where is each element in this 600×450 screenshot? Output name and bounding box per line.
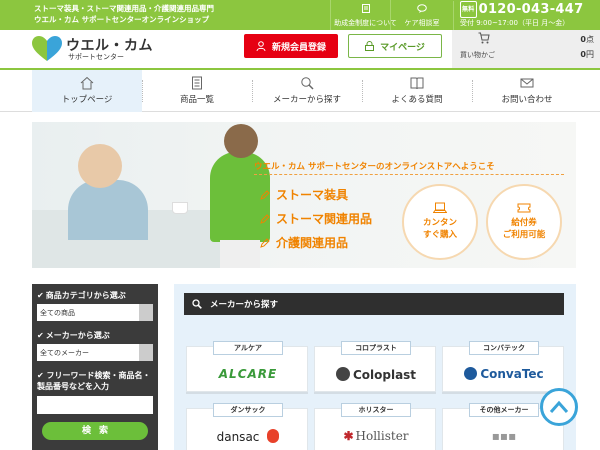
phone-number: 0120-043-447 [478,2,584,17]
mypage-button[interactable]: マイページ [348,34,442,58]
laptop-icon [433,202,447,213]
check-icon: ✔ [37,371,47,380]
maker-card-alcare[interactable]: アルケア ALCARE [186,341,308,392]
chat-bubble-icon [391,4,453,16]
maker-card-convatec[interactable]: コンバテック ConvaTec [442,341,565,392]
phone-contact[interactable]: 無料 0120-043-447 受付 9:00~17:00（平日 月～金） [453,1,600,31]
hollister-logo: ✱ Hollister [343,429,409,443]
coloplast-mark-icon [335,367,350,381]
nav-item-maker[interactable]: メーカーから探す [252,70,362,112]
cart-icon [478,32,490,44]
nav-item-top[interactable]: トップページ [32,70,142,112]
search-button[interactable]: 検索 [42,422,148,440]
maker-tag: ダンサック [213,403,283,417]
hero-category-1: ストーマ装具 [260,186,348,203]
alcare-logo: ALCARE [218,367,278,381]
cart-count: 0点 [580,35,594,44]
check-icon: ✔ [37,331,44,340]
others-dots-icon: ▪▪▪ [491,429,517,443]
maker-tag: ホリスター [341,403,411,417]
shop-tagline: ストーマ装具・ストーマ関連用品・介護関連用品専門 ウエル・カム サポートセンター… [34,4,214,24]
pencil-icon [260,190,270,200]
search-icon [192,299,202,309]
maker-tag: その他メーカー [469,403,539,417]
logo-sub-text: サポートセンター [68,53,124,61]
maker-tag: アルケア [213,341,283,355]
hero-category-2: ストーマ関連用品 [260,210,372,227]
maker-card-hollister[interactable]: ホリスター ✱ Hollister [314,403,436,450]
maker-card-dansac[interactable]: ダンサック dansac [186,403,309,450]
maker-tag: コンバテック [469,341,539,355]
main-nav: トップページ 商品一覧 メーカーから探す よくある質問 お問い合わせ [0,68,600,112]
care-consult-link[interactable]: ケア相談室 [390,0,453,30]
page-top-button[interactable] [540,388,578,426]
check-icon: ✔ [37,291,44,300]
site-logo[interactable]: ウエル・カム サポートセンター [32,34,162,64]
ticket-icon [517,203,531,213]
coloplast-logo: Coloplast [315,367,437,382]
convatec-logo: ConvaTec [443,367,565,381]
freeword-input[interactable] [37,396,153,414]
nav-item-products[interactable]: 商品一覧 [142,70,252,112]
chevron-up-icon [549,400,569,413]
hero-voucher-badge: 給付券 ご利用可能 [486,184,562,260]
nav-item-faq[interactable]: よくある質問 [362,70,472,112]
maker-select[interactable]: 全てのメーカー [37,344,153,361]
hero-welcome-text: ウエル・カム サポートセンターのオンラインストアへようこそ [254,162,495,172]
home-icon [80,76,94,90]
hero-photo-patient [68,180,148,240]
hero-easy-purchase-badge: カンタン すぐ購入 [402,184,478,260]
cart-price: 0円 [580,50,594,59]
maker-section-heading: メーカーから探す [184,293,564,315]
maker-select-label: ✔ メーカーから選ぶ [37,331,110,340]
hero-photo-patient-head [78,144,122,188]
maker-section: メーカーから探す アルケア ALCARE コロプラスト Coloplast コン… [174,284,576,450]
maker-tag: コロプラスト [341,341,411,355]
hero-photo-caregiver-head [224,124,258,158]
pencil-icon [260,238,270,248]
dansac-mark-icon [267,429,280,443]
freeword-label: ✔ フリーワード検索・商品名・製品番号などを入力 [37,371,151,391]
category-select-label: ✔ 商品カテゴリから選ぶ [37,291,126,300]
magnifier-icon [301,77,314,90]
nav-item-contact[interactable]: お問い合わせ [472,70,582,112]
hero-category-3: 介護関連用品 [260,234,348,251]
hollister-mark-icon: ✱ [343,429,354,443]
pencil-icon [260,214,270,224]
convatec-mark-icon [464,367,478,380]
hero-photo-cup [172,202,188,214]
category-select[interactable]: 全ての商品 [37,304,153,321]
dansac-logo: dansac [187,429,309,444]
business-hours: 受付 9:00~17:00（平日 月～金） [460,19,570,27]
top-bar: ストーマ装具・ストーマ関連用品・介護関連用品専門 ウエル・カム サポートセンター… [0,0,600,31]
book-icon [410,77,424,90]
hero-photo-caregiver-legs [220,240,260,268]
hero-divider [254,174,564,175]
search-sidebar: ✔ 商品カテゴリから選ぶ 全ての商品 ✔ メーカーから選ぶ 全てのメーカー ✔ フリ… [32,284,158,450]
maker-card-coloplast[interactable]: コロプラスト Coloplast [314,341,437,392]
lock-icon [365,41,375,51]
free-dial-badge: 無料 [460,1,477,18]
list-document-icon [192,76,202,90]
cart-button[interactable]: 買い物かご 0点 0円 [452,30,600,68]
cart-label: 買い物かご [460,51,495,59]
heart-logo-icon [32,36,62,61]
hero-banner[interactable]: ウエル・カム サポートセンターのオンラインストアへようこそ ストーマ装具 ストー… [32,122,576,268]
register-button[interactable]: 新規会員登録 [244,34,338,58]
user-icon [256,41,266,51]
mail-icon [520,78,534,88]
